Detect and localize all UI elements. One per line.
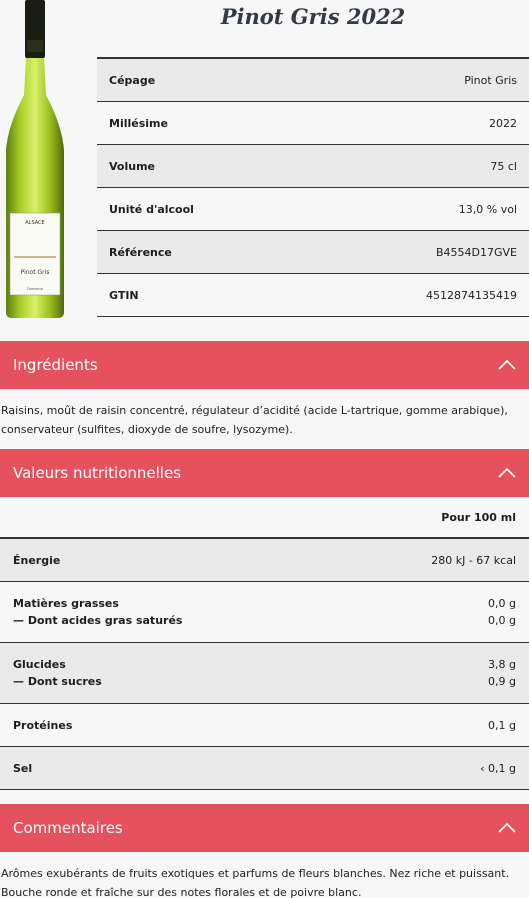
nutrition-table-header: Pour 100 ml	[0, 497, 529, 539]
comments-title: Commentaires	[13, 819, 123, 837]
bottle-label-region: ALSACE	[25, 220, 44, 226]
spec-value: 2022	[489, 116, 517, 130]
nutrition-accordion-header[interactable]: Valeurs nutritionnelles	[0, 449, 529, 497]
spec-value: 75 cl	[490, 159, 517, 173]
spec-label: Millésime	[109, 116, 168, 130]
nutrition-row-energy: Énergie 280 kJ - 67 kcal	[0, 539, 529, 582]
nutrient-label: Matières grasses	[13, 597, 119, 610]
nutrition-row-fat: Matières grasses — Dont acides gras satu…	[0, 582, 529, 643]
nutrient-label: Glucides	[13, 658, 66, 671]
spec-row-millesime: Millésime 2022	[97, 102, 529, 145]
nutrient-value: 0,0 g	[488, 597, 516, 610]
ingredients-title: Ingrédients	[13, 356, 98, 374]
nutrient-label: Sel	[13, 761, 33, 775]
spec-label: Référence	[109, 245, 172, 259]
spec-row-alcohol: Unité d'alcool 13,0 % vol	[97, 188, 529, 231]
nutrient-sub-label: — Dont acides gras saturés	[13, 614, 183, 627]
bottle-image: ALSACE Pinot Gris Domaine	[0, 0, 70, 320]
spec-row-gtin: GTIN 4512874135419	[97, 274, 529, 317]
ingredients-accordion-header[interactable]: Ingrédients	[0, 341, 529, 389]
chevron-up-icon	[498, 823, 516, 833]
spec-table: Cépage Pinot Gris Millésime 2022 Volume …	[97, 57, 529, 317]
spec-value: 4512874135419	[426, 288, 517, 302]
spec-value: B4554D17GVE	[435, 245, 517, 259]
chevron-up-icon	[498, 468, 516, 478]
spec-label: Volume	[109, 159, 155, 173]
nutrition-row-salt: Sel ‹ 0,1 g	[0, 747, 529, 790]
nutrient-sub-label: — Dont sucres	[13, 675, 102, 688]
bottle-label-name: Pinot Gris	[21, 269, 50, 276]
nutrition-row-carbs: Glucides — Dont sucres 3,8 g 0,9 g	[0, 643, 529, 704]
spec-row-volume: Volume 75 cl	[97, 145, 529, 188]
nutrition-title: Valeurs nutritionnelles	[13, 464, 182, 482]
nutrition-per-label: Pour 100 ml	[441, 510, 516, 524]
nutrient-value: 0,1 g	[488, 718, 516, 732]
spec-value: 13,0 % vol	[458, 202, 517, 216]
chevron-up-icon	[498, 360, 516, 370]
bottle-label-producer: Domaine	[27, 287, 43, 291]
ingredients-text: Raisins, moût de raisin concentré, régul…	[1, 404, 508, 436]
spec-label: Cépage	[109, 73, 156, 87]
nutrient-label: Énergie	[13, 553, 61, 567]
spec-row-cepage: Cépage Pinot Gris	[97, 59, 529, 102]
nutrient-label: Protéines	[13, 718, 73, 732]
spec-row-reference: Référence B4554D17GVE	[97, 231, 529, 274]
product-title: Pinot Gris 2022	[220, 4, 406, 29]
nutrient-sub-value: 0,9 g	[488, 675, 516, 688]
comments-text: Arômes exubérants de fruits exotiques et…	[1, 867, 510, 898]
nutrient-value: 3,8 g	[488, 658, 516, 671]
nutrient-value: 280 kJ - 67 kcal	[431, 553, 516, 567]
comments-accordion-header[interactable]: Commentaires	[0, 804, 529, 852]
nutrient-value: ‹ 0,1 g	[480, 761, 516, 775]
spec-label: Unité d'alcool	[109, 202, 194, 216]
spec-value: Pinot Gris	[464, 73, 517, 87]
product-section: ALSACE Pinot Gris Domaine Pinot Gris 202…	[0, 0, 529, 330]
nutrition-table: Pour 100 ml Énergie 280 kJ - 67 kcal Mat…	[0, 497, 529, 790]
nutrient-sub-value: 0,0 g	[488, 614, 516, 627]
nutrition-row-protein: Protéines 0,1 g	[0, 704, 529, 747]
spec-label: GTIN	[109, 288, 139, 302]
